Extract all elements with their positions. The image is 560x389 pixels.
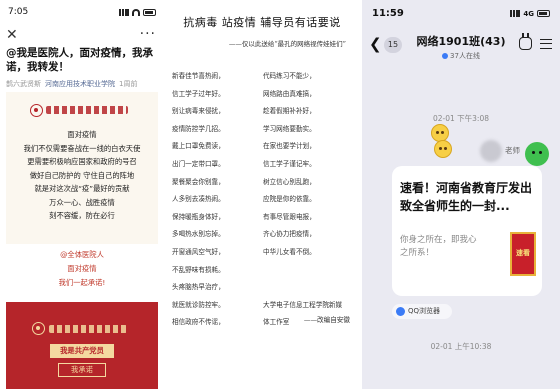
- poem-column-right: 代码练习不能少， 网络路由真难搞， 趁着假期补补好， 学习网络要勤实。 在家也要…: [263, 68, 342, 332]
- poem-line: 更需要积极响应国家和政府的号召: [27, 157, 137, 166]
- poem-byline: ——仅以此送给“最孔的网络视传娃娃们”: [228, 40, 346, 48]
- status-bar: 11:59 4G: [362, 0, 560, 27]
- thumbnail-text: 速看: [516, 249, 530, 257]
- signal-icon: [119, 8, 129, 16]
- publish-time: 1周前: [119, 80, 138, 88]
- verse-line: 网络路由真难搞，: [263, 89, 316, 98]
- battery-icon: [143, 8, 156, 16]
- rally-line: 我们一起承诺!: [58, 278, 106, 287]
- verse-line: 中华儿女看不倒。: [263, 247, 316, 256]
- chat-header: ❮ 15 网络1901班(43) 37人在线: [362, 27, 560, 79]
- close-icon[interactable]: ✕: [6, 28, 18, 42]
- signal-icon: [510, 10, 521, 17]
- article-title: @我是医院人，面对疫情，我承诺，我转发！: [6, 47, 153, 73]
- rally-text: @全体医院人 面对疫情 我们一起承诺!: [0, 248, 164, 290]
- verse-line: 开窗通风空气好，: [172, 247, 225, 256]
- message-timestamp: 02-01 上午10:38: [430, 342, 492, 351]
- online-dot-icon: [442, 53, 449, 59]
- poem-line: 万众一心、战胜疫情: [49, 197, 115, 207]
- network-type: 4G: [523, 9, 534, 18]
- verse-line: 齐心协力把疫情，: [263, 230, 316, 239]
- article-meta: 鹊六武贤斯 河南应用技术职业学院 1周前: [6, 79, 137, 89]
- status-time: 7:05: [8, 7, 29, 17]
- status-icons: [119, 8, 156, 16]
- poem-text: 面对疫情 我们不仅需要奋战在一线的白衣天使 更需要积极响应国家和政府的号召 做好…: [6, 128, 158, 223]
- poem-column-left: 新春佳节喜热闹， 信工学子过年好。 别让病毒来侵扰， 疫情防控学几招。 戴上口罩…: [172, 68, 225, 332]
- party-member-badge: 我是共产党员: [50, 344, 114, 358]
- status-time: 11:59: [372, 8, 404, 19]
- school-name-calligraphy: [46, 106, 128, 114]
- verse-line: [263, 279, 342, 297]
- poem-line: 我们不仅需要奋战在一线的白衣天使: [23, 143, 141, 153]
- poem-line: 就是对这次战“疫”最好的贡献: [34, 184, 130, 193]
- poem-line: 做好自己防护的 守住自己的阵地: [29, 170, 135, 180]
- qq-browser-icon: [396, 307, 405, 316]
- status-bar: 7:05: [0, 0, 164, 24]
- verse-line: 信工学子过年好。: [172, 89, 225, 98]
- verse-line: 出门一定带口罩。: [172, 159, 225, 168]
- wifi-icon: [132, 8, 140, 16]
- school-seal-icon: [32, 322, 45, 335]
- meta-prefix: 鹊六武贤斯: [6, 80, 41, 88]
- emoji-face-icon: [434, 140, 452, 158]
- verse-line: 大学电子信息工程学院新媒: [263, 300, 343, 309]
- wechat-article-screenshot: 7:05 ✕ ··· @我是医院人，面对疫情，我承诺，我转发！ 鹊六武贤斯 河南…: [0, 0, 164, 389]
- message-timestamp: 02-01 下午3:08: [432, 114, 490, 123]
- verse-line: 聚餐聚会你别靠，: [172, 177, 225, 186]
- poem-document-screenshot: 抗病毒 站疫情 辅导员有话要说 ——仅以此送给“最孔的网络视传娃娃们” 新春佳节…: [168, 0, 356, 389]
- sender-avatar[interactable]: [480, 140, 502, 162]
- verse-line: 信工学子谨记牢。: [263, 159, 316, 168]
- verse-line: 就医就诊防控牢。: [172, 300, 225, 309]
- card-title: 速看！河南省教育厅发出致全省师生的一封...: [400, 181, 533, 213]
- rally-line: @全体医院人: [60, 250, 104, 259]
- school-logo: [30, 103, 134, 117]
- link-source[interactable]: QQ浏览器: [392, 304, 452, 319]
- shared-link-card[interactable]: 速看！河南省教育厅发出致全省师生的一封... 你身之所在，即我心之所系！ 速看: [392, 166, 542, 296]
- rally-line: 面对疫情: [67, 264, 97, 273]
- pledge-badge: 我承诺: [58, 363, 106, 377]
- verse-line: [263, 262, 342, 280]
- verse-line: 新春佳节喜热闹，: [172, 72, 225, 80]
- verse-line: 学习网络要勤实。: [263, 124, 316, 133]
- sender-name: 老师: [505, 146, 520, 155]
- verse-line: 应院是你的依靠。: [263, 195, 316, 204]
- verse-line: 人多别去凑热闹。: [172, 195, 225, 204]
- member-avatar[interactable]: [525, 142, 549, 166]
- verse-line: 戴上口罩免费读，: [172, 142, 225, 151]
- verse-line: 保持暖瓶身体好，: [172, 212, 225, 221]
- menu-icon[interactable]: [540, 39, 552, 49]
- verse-line: 在家也要学计划，: [263, 142, 316, 151]
- verse-line: 不乱野味有损耗。: [172, 265, 225, 274]
- poem-card: 面对疫情 我们不仅需要奋战在一线的白衣天使 更需要积极响应国家和政府的号召 做好…: [6, 92, 158, 244]
- verse-line: 疫情防控学几招。: [172, 124, 225, 133]
- card-description: 你身之所在，即我心之所系！: [400, 235, 477, 258]
- battery-icon: [537, 10, 550, 17]
- school-name-calligraphy: [49, 324, 127, 333]
- status-icons: 4G: [510, 10, 550, 18]
- card-thumbnail: 速看: [510, 232, 536, 276]
- verse-line: 相信政府不传谣，: [172, 318, 225, 327]
- verse-line: 趁着假期补补好，: [263, 107, 316, 116]
- more-options-icon[interactable]: ···: [140, 27, 156, 41]
- online-text: 37人在线: [450, 52, 480, 60]
- poem-line: 刻不容缓，防在必行: [49, 211, 115, 220]
- verse-line: 代码练习不能少，: [263, 72, 316, 80]
- verse-line: 有事尽管跟电报，: [263, 212, 316, 221]
- verse-line: 多喝热水别忘掉。: [172, 230, 225, 239]
- party-member-banner: 我是共产党员 我承诺: [6, 302, 158, 389]
- verse-line: 别让病毒来侵扰，: [172, 107, 225, 116]
- verse-line: 头疼脑热早治疗，: [172, 283, 225, 292]
- poem-attribution: ——改编自安徽: [303, 316, 350, 324]
- verse-line: 树立信心别乱跑，: [263, 177, 316, 186]
- bot-icon[interactable]: [519, 33, 532, 50]
- poem-line: 面对疫情: [67, 130, 97, 139]
- qq-group-chat-screenshot: 11:59 4G ❮ 15 网络1901班(43) 37人在线 02-01 下午…: [362, 0, 560, 389]
- account-link[interactable]: 河南应用技术职业学院: [45, 79, 115, 89]
- source-name: QQ浏览器: [408, 307, 441, 315]
- poem-headline: 抗病毒 站疫情 辅导员有话要说: [183, 16, 341, 29]
- banner-logo: [32, 322, 127, 335]
- online-count: 37人在线: [362, 51, 560, 61]
- school-seal-icon: [30, 103, 43, 117]
